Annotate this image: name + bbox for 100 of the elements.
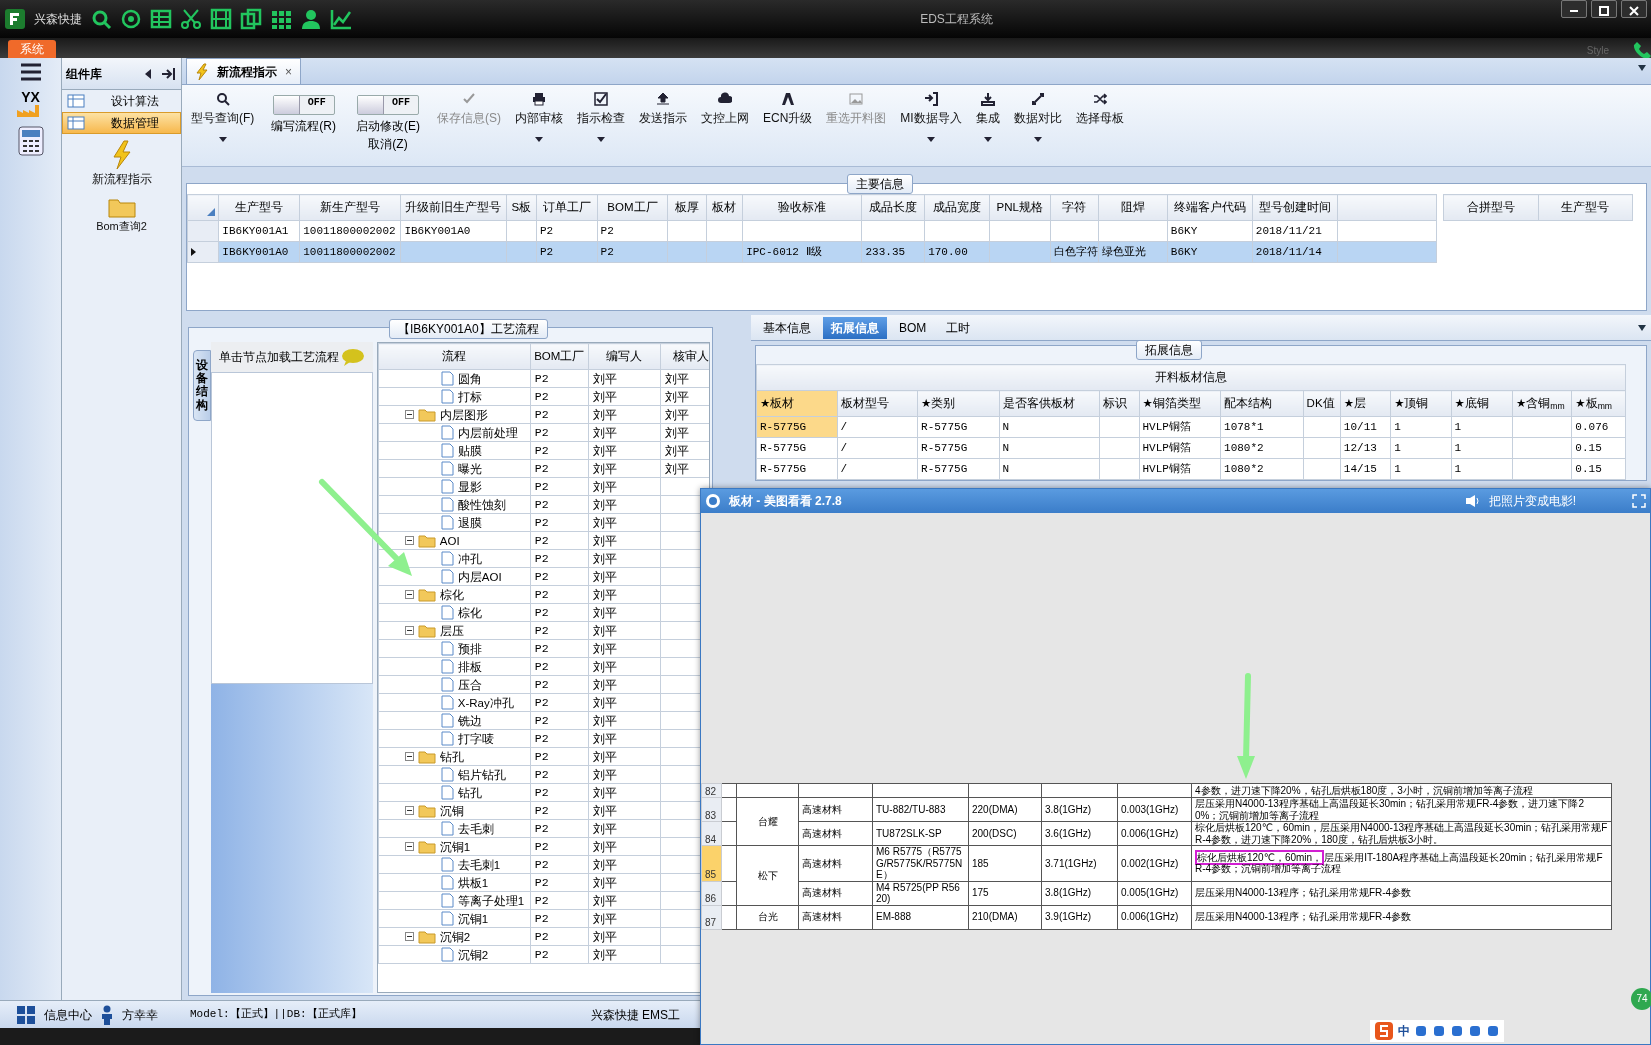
document-icon xyxy=(440,695,454,710)
table-cell: 刘平 xyxy=(588,369,661,388)
folder-icon xyxy=(417,803,436,818)
table-row[interactable]: IB6KY001A1 10011800002002 IB6KY001A0 P2 P2 B6KY 2018/11/21 xyxy=(187,220,1437,242)
toolbar-button[interactable]: 文控上网 xyxy=(696,87,754,129)
close-button[interactable] xyxy=(1621,0,1647,18)
apps-icon[interactable] xyxy=(270,8,292,30)
table-cell: N xyxy=(999,458,1100,480)
tab[interactable]: BOM xyxy=(891,316,935,339)
column-header: 阻焊 xyxy=(1098,194,1168,221)
table-cell: P2 xyxy=(530,819,589,838)
row-pointer-icon xyxy=(191,248,196,257)
table-cell: 210(DMA) xyxy=(968,905,1042,929)
toolbar-button[interactable]: ECN升级 xyxy=(758,87,818,129)
person-icon[interactable] xyxy=(300,8,322,30)
table-cell: P2 xyxy=(530,909,589,928)
table-cell: P2 xyxy=(530,945,589,964)
brand-label: 兴森快捷 xyxy=(34,11,82,28)
document-icon xyxy=(440,605,454,620)
fullscreen-icon[interactable] xyxy=(1632,494,1646,508)
expander-icon[interactable] xyxy=(404,536,414,545)
toolbar-button[interactable]: 型号查询(F) xyxy=(186,87,260,144)
dropdown-arrow-icon[interactable] xyxy=(1637,323,1647,332)
copy-icon[interactable] xyxy=(240,8,262,30)
table-cell: P2 xyxy=(530,927,589,946)
document-icon xyxy=(440,857,454,872)
toolbar-button[interactable]: 指示检查 xyxy=(572,87,630,144)
scissors-icon[interactable] xyxy=(180,8,202,30)
table-cell: / xyxy=(837,458,918,480)
promo-link[interactable]: 把照片变成电影! xyxy=(1488,492,1576,510)
table-cell: EM-888 xyxy=(872,905,969,929)
expander-icon[interactable] xyxy=(404,590,414,599)
panel-header-text: 单击节点加载工艺流程 xyxy=(219,349,340,366)
table-cell: 刘平 xyxy=(588,945,661,964)
toolbar-button[interactable]: 集成 xyxy=(970,87,1005,144)
maximize-button[interactable] xyxy=(1591,0,1617,18)
library-item[interactable]: 数据管理 xyxy=(62,112,181,134)
globe-icon[interactable] xyxy=(120,8,142,30)
shortcut-item[interactable]: Bom查询2 xyxy=(91,194,152,237)
table-cell: P2 xyxy=(530,747,589,766)
table-cell: 3.9(1GHz) xyxy=(1041,905,1118,929)
document-icon xyxy=(440,875,454,890)
shortcut-item[interactable]: 新流程指示 xyxy=(86,138,157,190)
info-center-label[interactable]: 信息中心 xyxy=(44,1005,92,1024)
chart-icon[interactable] xyxy=(330,8,352,30)
expander-icon[interactable] xyxy=(404,932,414,941)
search-icon[interactable] xyxy=(90,8,112,30)
ime-mode[interactable]: 中 xyxy=(1398,1022,1410,1040)
expander-icon[interactable] xyxy=(404,626,414,635)
pin-icon[interactable] xyxy=(161,66,177,81)
toolbar-button[interactable]: 发送指示 xyxy=(634,87,692,129)
table-cell: 刘平 xyxy=(588,675,661,694)
row-number: 83 xyxy=(701,797,722,822)
environment-label: Model:【正式】||DB:【正式库】 xyxy=(190,1007,362,1023)
minimize-icon xyxy=(1570,9,1578,12)
expander-icon[interactable] xyxy=(404,842,414,851)
column-header: 订单工厂 xyxy=(536,194,598,221)
expander-icon[interactable] xyxy=(404,752,414,761)
tab[interactable]: 拓展信息 xyxy=(823,316,887,339)
expander-icon[interactable] xyxy=(404,410,414,419)
film-icon[interactable] xyxy=(210,8,232,30)
dropdown-arrow-icon[interactable] xyxy=(1637,64,1647,72)
collapse-icon[interactable] xyxy=(143,67,153,80)
expander-icon[interactable] xyxy=(404,806,414,815)
table-cell: 刘平 xyxy=(588,747,661,766)
tab[interactable]: 基本信息 xyxy=(755,316,819,339)
toolbar-button[interactable]: 数据对比 xyxy=(1008,87,1067,144)
tab[interactable]: 工时 xyxy=(938,316,979,339)
table-row[interactable]: IB6KY001A0 10011800002002 P2 P2 IPC-6012 Ⅱ级 233.35 170.00 白色字符 绿色亚光 B6KY 2018/11/14 xyxy=(187,241,1437,263)
table-cell: 14/15 xyxy=(1340,458,1391,480)
phone-icon[interactable] xyxy=(1633,40,1651,58)
calculator-icon[interactable] xyxy=(16,126,45,156)
table-cell: R-5775G xyxy=(756,458,838,480)
check-icon xyxy=(462,92,476,106)
cancel-label[interactable]: 取消(Z) xyxy=(368,137,408,151)
toolbar-button[interactable]: 内部审核 xyxy=(510,87,568,144)
windows-icon[interactable] xyxy=(16,1004,36,1025)
row-number: 82 xyxy=(701,783,722,798)
close-tab-button[interactable]: × xyxy=(285,62,292,81)
document-tab[interactable]: 新流程指示 × xyxy=(186,58,301,84)
table-cell: 刘平 xyxy=(588,585,661,604)
table-cell: R-5775G xyxy=(917,437,1000,459)
speaker-icon[interactable] xyxy=(1464,494,1481,508)
toggle-switch[interactable]: OFF xyxy=(272,95,335,115)
toolbar-button[interactable]: MI数据导入 xyxy=(895,87,967,144)
library-item[interactable]: 设计算法 xyxy=(62,90,181,112)
menu-icon[interactable] xyxy=(18,62,43,82)
input-method-icon[interactable] xyxy=(1374,1021,1394,1041)
table-cell: 10011800002002 xyxy=(299,220,401,242)
document-icon xyxy=(440,911,454,926)
toolbar-button[interactable]: 选择母板 xyxy=(1070,87,1129,129)
table-cell: 刘平 xyxy=(588,729,661,748)
toggle-switch[interactable]: OFF xyxy=(357,95,419,115)
table-cell: 175 xyxy=(968,881,1042,905)
table-cell: TU-882/TU-883 xyxy=(872,797,969,822)
side-tab[interactable]: 设备结构 xyxy=(193,350,211,421)
table-title: 开料板材信息 xyxy=(756,364,1626,391)
minimize-button[interactable] xyxy=(1561,0,1587,18)
document-icon xyxy=(440,497,454,512)
table-cell: TU872SLK-SP xyxy=(872,821,969,846)
